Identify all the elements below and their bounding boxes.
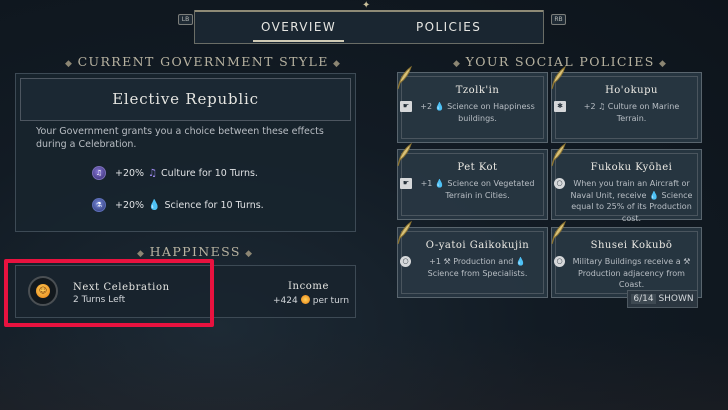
tab-bar-rail	[195, 10, 543, 12]
effect-text: Culture for 10 Turns.	[161, 167, 258, 179]
policy-name: Fukoku Kyōhei	[590, 162, 673, 173]
government-title-box: Elective Republic	[20, 78, 351, 121]
shown-count-chip: 6/14 SHOWN	[627, 290, 698, 308]
ornament-icon: ◆	[240, 249, 254, 259]
culture-glyph-icon: ♫	[148, 167, 158, 179]
shown-label: SHOWN	[658, 294, 694, 304]
ornament-icon: ◆	[65, 59, 78, 69]
government-section-header: ◆ CURRENT GOVERNMENT STYLE ◆	[65, 54, 341, 69]
celebration-effect-science[interactable]: ⚗ +20% 💧 Science for 10 Turns.	[92, 197, 264, 213]
tab-bar: OVERVIEW POLICIES	[194, 10, 544, 44]
effect-text: Science for 10 Turns.	[164, 199, 264, 211]
background-map-fog	[0, 330, 728, 410]
policy-card[interactable]: ○ Shusei Kokubō Military Buildings recei…	[551, 220, 702, 298]
policy-description: +2 ♫ Culture on Marine Terrain.	[583, 102, 680, 123]
policy-description: +2 💧 Science on Happiness buildings.	[420, 102, 535, 123]
income-amount: +424	[273, 296, 298, 306]
shown-count: 6/14	[631, 294, 656, 304]
income-value: +424 per turn	[273, 295, 349, 306]
policy-name: Tzolk'in	[455, 85, 500, 96]
policy-type-icon: ☛	[400, 101, 412, 112]
income-label: Income	[288, 281, 330, 292]
tab-overview[interactable]: OVERVIEW	[252, 20, 345, 42]
rb-bumper-icon[interactable]: RB	[551, 14, 566, 25]
government-section-title: CURRENT GOVERNMENT STYLE	[77, 54, 329, 69]
ornament-icon: ◆	[328, 59, 342, 69]
ornament-icon: ◆	[654, 59, 668, 69]
policy-description: +1 💧 Science on Vegetated Terrain in Cit…	[420, 179, 535, 200]
policy-name: Pet Kot	[457, 162, 498, 173]
quill-icon	[551, 65, 566, 90]
policy-card[interactable]: ☛ Pet Kot +1 💧 Science on Vegetated Terr…	[397, 142, 548, 220]
culture-icon: ♫	[92, 166, 106, 180]
ornament-icon: ◆	[137, 249, 150, 259]
quill-icon	[551, 142, 566, 167]
policy-name: O-yatoi Gaikokujin	[425, 240, 530, 251]
income-suffix: per turn	[312, 296, 350, 306]
celebration-effect-culture[interactable]: ♫ +20% ♫ Culture for 10 Turns.	[92, 165, 258, 181]
policy-card[interactable]: ○ O-yatoi Gaikokujin +1 ⚒ Production and…	[397, 220, 548, 298]
highlight-outline	[4, 259, 214, 327]
lb-bumper-icon[interactable]: LB	[178, 14, 193, 25]
quill-icon	[551, 220, 566, 245]
ornament-icon: ◆	[453, 59, 466, 69]
effect-amount: +20%	[115, 167, 145, 179]
government-name: Elective Republic	[112, 90, 259, 108]
policy-type-icon: ○	[554, 256, 565, 267]
policy-type-icon: ○	[400, 256, 411, 267]
policy-name: Ho'okupu	[605, 85, 658, 96]
happiness-small-icon	[300, 295, 310, 304]
quill-icon	[397, 142, 412, 167]
effect-amount: +20%	[115, 199, 145, 211]
policy-card[interactable]: ○ Fukoku Kyōhei When you train an Aircra…	[551, 142, 702, 223]
policy-type-icon: ✱	[554, 101, 566, 112]
policy-card[interactable]: ✱ Ho'okupu +2 ♫ Culture on Marine Terrai…	[551, 65, 702, 143]
policy-description: +1 ⚒ Production and 💧 Science from Speci…	[427, 257, 528, 278]
policy-name: Shusei Kokubō	[590, 240, 673, 251]
science-icon: ⚗	[92, 198, 106, 212]
happiness-section-header: ◆ HAPPINESS ◆	[137, 244, 253, 259]
policy-type-icon: ○	[554, 178, 565, 189]
quill-icon	[397, 65, 412, 90]
policy-card[interactable]: ☛ Tzolk'in +2 💧 Science on Happiness bui…	[397, 65, 548, 143]
tab-policies[interactable]: POLICIES	[416, 20, 481, 34]
policy-description: When you train an Aircraft or Naval Unit…	[570, 179, 693, 223]
quill-icon	[397, 220, 412, 245]
policy-type-icon: ☛	[400, 178, 412, 189]
happiness-section-title: HAPPINESS	[149, 244, 241, 259]
science-glyph-icon: 💧	[148, 199, 161, 211]
government-description: Your Government grants you a choice betw…	[36, 126, 324, 150]
policy-description: Military Buildings receive a ⚒ Productio…	[572, 257, 691, 289]
